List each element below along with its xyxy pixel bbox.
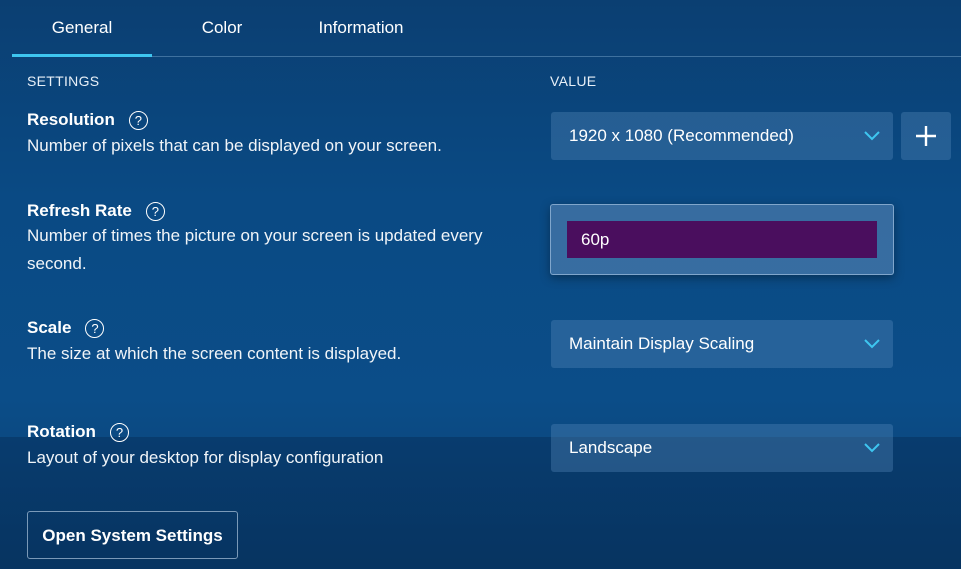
rotation-help-icon[interactable]: ? (109, 422, 129, 442)
tab-bar: General Color Information (12, 0, 961, 57)
open-system-settings-button[interactable]: Open System Settings (27, 511, 238, 559)
value-column-header: VALUE (550, 73, 597, 89)
refresh-rate-title-label: Refresh Rate (27, 201, 132, 220)
scale-title: Scale ? (27, 318, 105, 338)
resolution-title-label: Resolution (27, 110, 115, 129)
refresh-rate-description: Number of times the picture on your scre… (27, 226, 483, 273)
chevron-down-icon (864, 131, 880, 141)
rotation-value: Landscape (569, 438, 653, 457)
tab-general[interactable]: General (12, 0, 152, 57)
add-resolution-button[interactable] (901, 112, 951, 160)
scale-help-icon[interactable]: ? (85, 318, 105, 338)
scale-title-label: Scale (27, 318, 72, 337)
chevron-down-icon (864, 443, 880, 453)
rotation-description: Layout of your desktop for display confi… (27, 448, 384, 467)
tab-information[interactable]: Information (296, 0, 426, 56)
resolution-value: 1920 x 1080 (Recommended) (569, 126, 794, 145)
rotation-dropdown[interactable]: Landscape (551, 424, 893, 472)
scale-dropdown[interactable]: Maintain Display Scaling (551, 320, 893, 368)
plus-icon (916, 126, 936, 146)
settings-column-header: SETTINGS (27, 73, 100, 89)
tab-color[interactable]: Color (162, 0, 282, 56)
rotation-title-label: Rotation (27, 422, 96, 441)
resolution-title: Resolution ? (27, 110, 148, 130)
scale-description: The size at which the screen content is … (27, 344, 402, 363)
refresh-rate-title: Refresh Rate ? (27, 201, 165, 221)
refresh-rate-help-icon[interactable]: ? (145, 201, 165, 221)
resolution-dropdown[interactable]: 1920 x 1080 (Recommended) (551, 112, 893, 160)
refresh-rate-option-selected[interactable]: 60p (567, 221, 877, 258)
scale-value: Maintain Display Scaling (569, 334, 755, 353)
rotation-title: Rotation ? (27, 422, 129, 442)
resolution-description: Number of pixels that can be displayed o… (27, 136, 442, 155)
chevron-down-icon (864, 339, 880, 349)
resolution-help-icon[interactable]: ? (128, 110, 148, 130)
refresh-rate-dropdown-list[interactable]: 60p (550, 204, 894, 275)
